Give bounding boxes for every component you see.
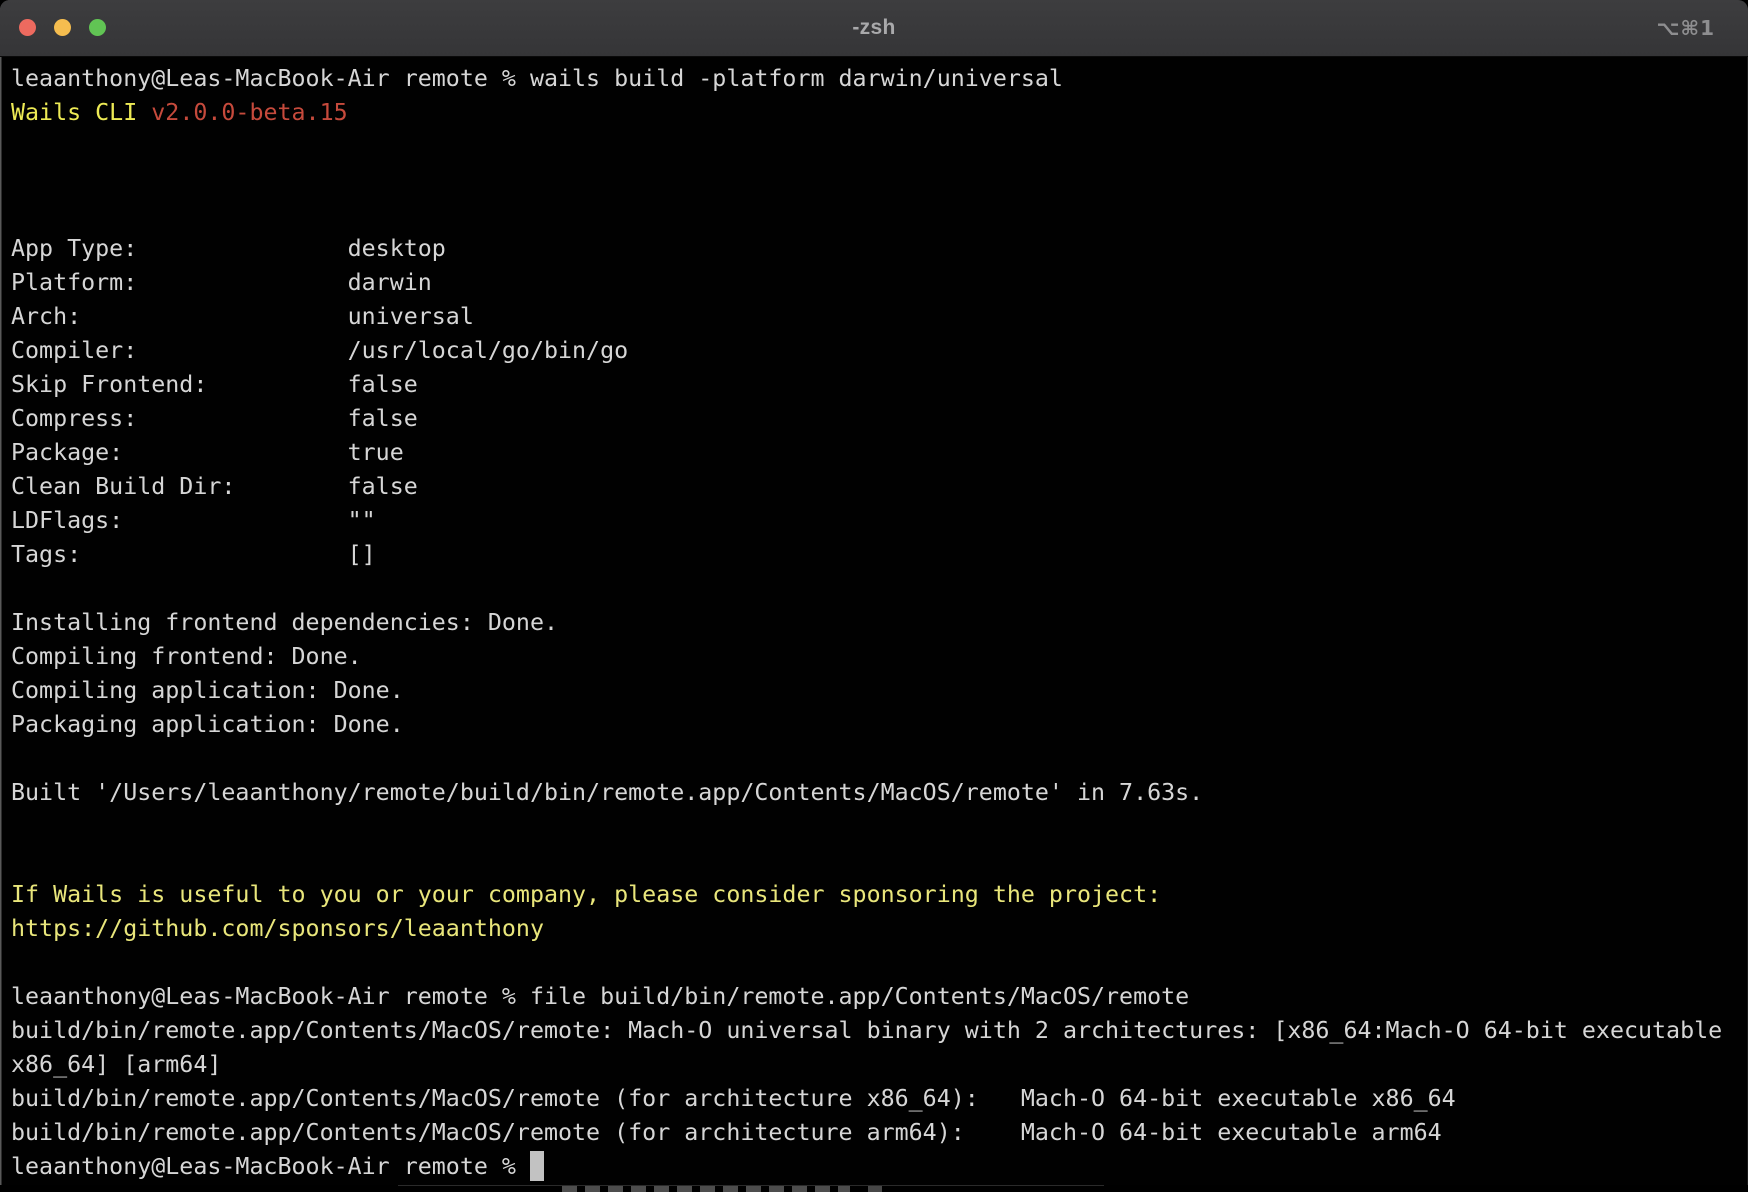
terminal-text-segment: v2.0.0-beta.15 bbox=[151, 99, 347, 126]
terminal-text-segment: Installing frontend dependencies: Done. bbox=[11, 609, 558, 636]
terminal-line: build/bin/remote.app/Contents/MacOS/remo… bbox=[11, 1116, 1740, 1150]
terminal-line: Platform: darwin bbox=[11, 266, 1740, 300]
terminal-text-segment: Packaging application: Done. bbox=[11, 711, 404, 738]
terminal-line: Wails CLI v2.0.0-beta.15 bbox=[11, 96, 1740, 130]
terminal-line: x86_64] [arm64] bbox=[11, 1048, 1740, 1082]
terminal-line: Packaging application: Done. bbox=[11, 708, 1740, 742]
terminal-text-segment: Built '/Users/leaanthony/remote/build/bi… bbox=[11, 779, 1203, 806]
terminal-text-segment: Compiling application: Done. bbox=[11, 677, 404, 704]
terminal-text-segment: build/bin/remote.app/Contents/MacOS/remo… bbox=[11, 1017, 1722, 1044]
terminal-text-segment: Clean Build Dir: false bbox=[11, 473, 418, 500]
terminal-line: Installing frontend dependencies: Done. bbox=[11, 606, 1740, 640]
terminal-line: leaanthony@Leas-MacBook-Air remote % wai… bbox=[11, 62, 1740, 96]
terminal-line: https://github.com/sponsors/leaanthony bbox=[11, 912, 1740, 946]
terminal-text-segment: App Type: desktop bbox=[11, 235, 446, 262]
terminal-line: build/bin/remote.app/Contents/MacOS/remo… bbox=[11, 1014, 1740, 1048]
terminal-text-segment: Skip Frontend: false bbox=[11, 371, 418, 398]
terminal-text-segment: x86_64] [arm64] bbox=[11, 1051, 221, 1078]
clipped-background-text bbox=[868, 1186, 882, 1192]
terminal-text-segment: leaanthony@Leas-MacBook-Air remote % wai… bbox=[11, 65, 1063, 92]
terminal-line bbox=[11, 946, 1740, 980]
terminal-line: leaanthony@Leas-MacBook-Air remote % fil… bbox=[11, 980, 1740, 1014]
terminal-text-segment: https://github.com/sponsors/leaanthony bbox=[11, 915, 544, 942]
terminal-line: Arch: universal bbox=[11, 300, 1740, 334]
terminal-text-segment: LDFlags: "" bbox=[11, 507, 376, 534]
terminal-line bbox=[11, 198, 1740, 232]
terminal-line bbox=[11, 130, 1740, 164]
terminal-text-segment: Platform: darwin bbox=[11, 269, 432, 296]
titlebar[interactable]: -zsh ⌥⌘1 bbox=[0, 0, 1748, 57]
terminal-line: Skip Frontend: false bbox=[11, 368, 1740, 402]
terminal-line: Clean Build Dir: false bbox=[11, 470, 1740, 504]
terminal-line: Built '/Users/leaanthony/remote/build/bi… bbox=[11, 776, 1740, 810]
terminal-line: Package: true bbox=[11, 436, 1740, 470]
terminal-line bbox=[11, 742, 1740, 776]
terminal-line bbox=[11, 572, 1740, 606]
terminal-line bbox=[11, 844, 1740, 878]
terminal-text-segment: Compress: false bbox=[11, 405, 418, 432]
terminal-line: Compiler: /usr/local/go/bin/go bbox=[11, 334, 1740, 368]
terminal-text-segment: build/bin/remote.app/Contents/MacOS/remo… bbox=[11, 1119, 1442, 1146]
terminal-line: Compiling frontend: Done. bbox=[11, 640, 1740, 674]
window-title: -zsh bbox=[0, 0, 1748, 56]
background-window-sliver bbox=[0, 1185, 1748, 1192]
terminal-line: build/bin/remote.app/Contents/MacOS/remo… bbox=[11, 1082, 1740, 1116]
terminal-text-segment: leaanthony@Leas-MacBook-Air remote % bbox=[11, 1153, 530, 1180]
terminal-line: LDFlags: "" bbox=[11, 504, 1740, 538]
terminal-window: -zsh ⌥⌘1 leaanthony@Leas-MacBook-Air rem… bbox=[0, 0, 1748, 1192]
terminal-line: If Wails is useful to you or your compan… bbox=[11, 878, 1740, 912]
terminal-text-segment: Package: true bbox=[11, 439, 404, 466]
terminal-line: App Type: desktop bbox=[11, 232, 1740, 266]
terminal-output[interactable]: leaanthony@Leas-MacBook-Air remote % wai… bbox=[0, 57, 1748, 1185]
terminal-line bbox=[11, 810, 1740, 844]
terminal-text-segment: Tags: [] bbox=[11, 541, 376, 568]
terminal-line bbox=[11, 164, 1740, 198]
terminal-line: Compress: false bbox=[11, 402, 1740, 436]
clipped-background-text bbox=[562, 1186, 850, 1192]
terminal-text-segment: Wails CLI bbox=[11, 99, 151, 126]
terminal-text-segment: Compiler: /usr/local/go/bin/go bbox=[11, 337, 628, 364]
terminal-text-segment: Compiling frontend: Done. bbox=[11, 643, 362, 670]
terminal-text-segment: If Wails is useful to you or your compan… bbox=[11, 881, 1161, 908]
terminal-text-segment: leaanthony@Leas-MacBook-Air remote % fil… bbox=[11, 983, 1189, 1010]
terminal-line: leaanthony@Leas-MacBook-Air remote % bbox=[11, 1150, 1740, 1184]
terminal-line: Tags: [] bbox=[11, 538, 1740, 572]
terminal-text-segment: build/bin/remote.app/Contents/MacOS/remo… bbox=[11, 1085, 1456, 1112]
cursor bbox=[530, 1151, 544, 1181]
tab-shortcut-badge: ⌥⌘1 bbox=[1656, 0, 1715, 56]
terminal-text-segment: Arch: universal bbox=[11, 303, 474, 330]
terminal-line: Compiling application: Done. bbox=[11, 674, 1740, 708]
